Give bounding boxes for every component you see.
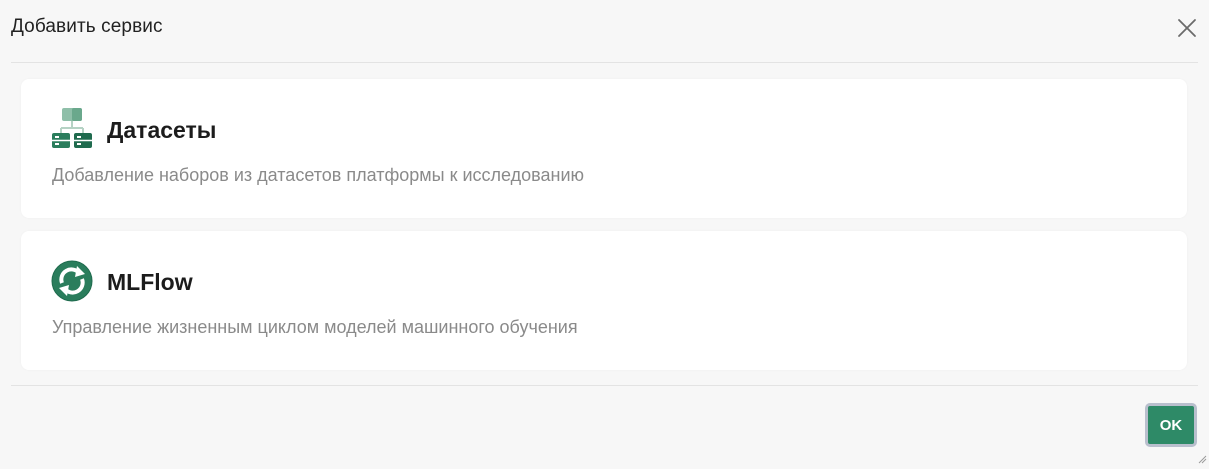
service-card-mlflow[interactable]: MLFlow Управление жизненным циклом модел… (21, 231, 1187, 370)
service-title: Датасеты (107, 117, 217, 143)
resize-grip-icon[interactable] (1197, 451, 1207, 464)
mlflow-icon (51, 260, 93, 304)
close-icon (1178, 19, 1196, 37)
ok-button[interactable]: OK (1145, 403, 1197, 447)
add-service-dialog: Добавить сервис Датасеты Добавление набо… (0, 0, 1209, 464)
close-button[interactable] (1176, 17, 1198, 39)
datasets-icon (51, 107, 93, 151)
service-card-datasets[interactable]: Датасеты Добавление наборов из датасетов… (21, 79, 1187, 218)
service-description: Добавление наборов из датасетов платформ… (52, 165, 585, 185)
dialog-header: Добавить сервис (11, 0, 1198, 63)
service-description: Управление жизненным циклом моделей маши… (52, 317, 578, 337)
footer-divider (11, 385, 1198, 386)
dialog-title: Добавить сервис (11, 16, 163, 37)
service-title: MLFlow (107, 269, 193, 295)
